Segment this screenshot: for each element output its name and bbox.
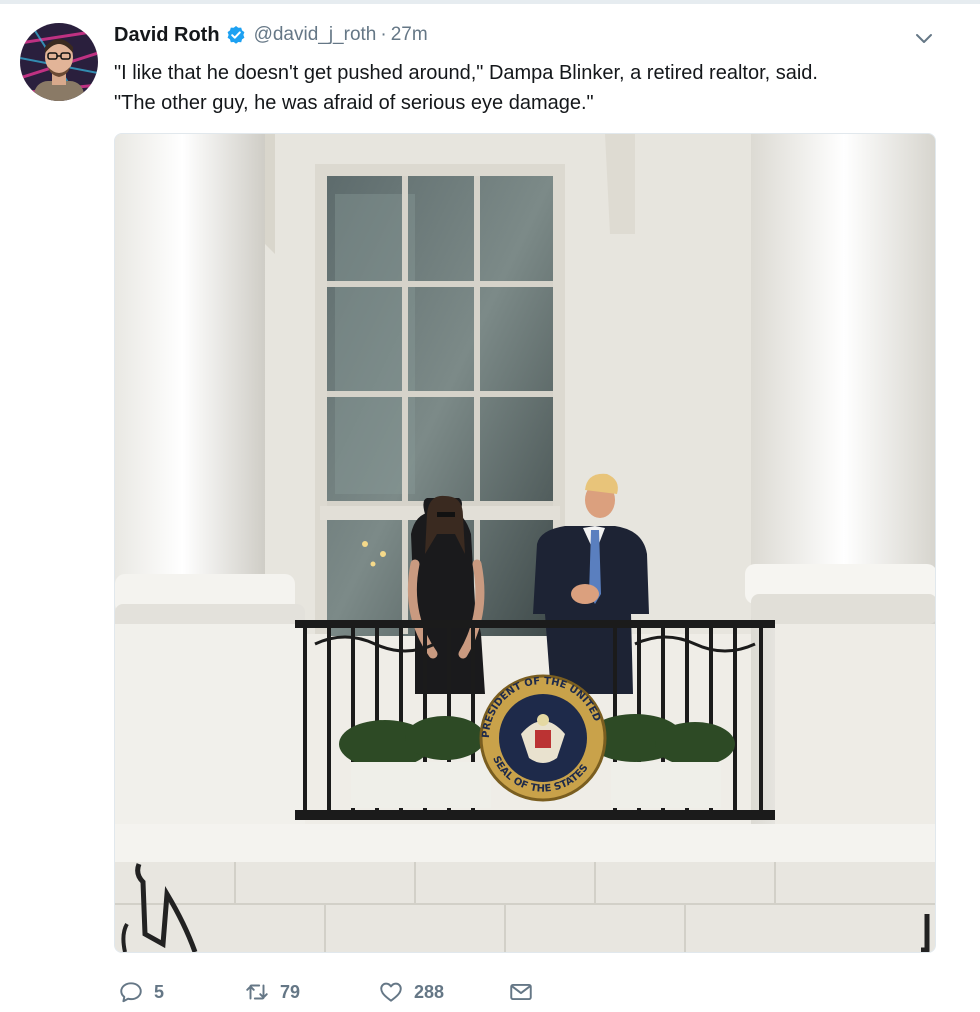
tweet-text-line: "The other guy, he was afraid of serious… [114,92,594,114]
like-count: 288 [414,981,445,1002]
chevron-down-icon[interactable] [912,26,936,50]
reply-button[interactable]: 5 [118,979,164,1005]
tweet-header: David Roth @david_j_roth · 27m [114,22,428,48]
heart-icon [380,982,402,1002]
envelope-icon [510,983,532,1001]
tweet-timestamp[interactable]: 27m [391,24,428,46]
top-divider [0,0,980,4]
separator-dot: · [380,24,387,45]
tweet-text-line: "I like that he doesn't get pushed aroun… [114,62,818,84]
reply-icon [120,982,142,1003]
reply-count: 5 [154,981,165,1002]
verified-badge-icon [226,25,246,45]
tweet-photo[interactable]: PRESIDENT OF THE UNITED SEAL OF THE STAT… [114,133,936,953]
direct-message-button[interactable] [508,979,534,1005]
avatar[interactable] [20,23,98,101]
retweet-icon [246,984,268,1000]
retweet-button[interactable]: 79 [244,979,300,1005]
retweet-count: 79 [280,981,301,1002]
like-button[interactable]: 288 [378,979,444,1005]
author-name[interactable]: David Roth [114,24,220,47]
author-handle[interactable]: @david_j_roth [254,24,377,46]
tweet-text: "I like that he doesn't get pushed aroun… [114,58,944,118]
